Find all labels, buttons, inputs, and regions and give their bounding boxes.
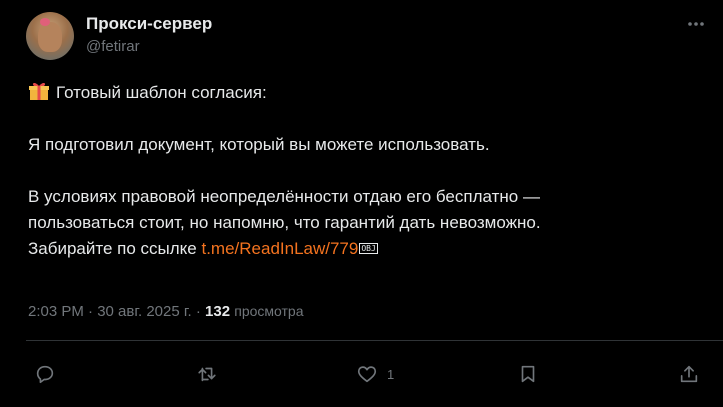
reply-button[interactable]	[34, 362, 56, 386]
more-options-button[interactable]	[684, 12, 708, 36]
like-count: 1	[387, 366, 395, 382]
like-button[interactable]: 1	[356, 362, 394, 386]
views-label: просмотра	[234, 303, 304, 319]
obj-replacement-glyph: OBJ	[359, 243, 378, 254]
bookmark-button[interactable]	[517, 362, 539, 386]
like-icon	[357, 366, 377, 383]
tweet-line-3: В условиях правовой неопределённости отд…	[28, 187, 540, 206]
more-icon	[688, 22, 704, 26]
tweet-line-5-prefix: Забирайте по ссылке	[28, 239, 202, 258]
tweet-line-1-text: Готовый шаблон согласия:	[56, 83, 267, 102]
avatar-face	[38, 22, 62, 52]
tweet-meta: 2:03 PM · 30 авг. 2025 г. · 132 просмотр…	[28, 303, 303, 320]
tweet-line-1: Готовый шаблон согласия:	[28, 80, 688, 106]
tweet-line-5: Забирайте по ссылке t.me/ReadInLaw/779 OB…	[28, 236, 688, 262]
author-handle[interactable]: @fetirar	[86, 38, 140, 55]
timestamp[interactable]: 2:03 PM · 30 авг. 2025 г.	[28, 303, 192, 320]
views-count: 132	[205, 303, 231, 320]
bookmark-icon	[521, 365, 535, 383]
tweet-link[interactable]: t.me/ReadInLaw/779	[201, 239, 358, 258]
tweet-detail: Прокси-сервер @fetirar Готовый шаблон со…	[0, 0, 723, 407]
author-display-name[interactable]: Прокси-сервер	[86, 14, 212, 34]
repost-icon	[198, 367, 216, 382]
divider	[26, 340, 723, 341]
tweet-text: Готовый шаблон согласия: Я подготовил до…	[28, 80, 688, 262]
meta-separator: ·	[191, 303, 206, 320]
avatar-flower	[40, 18, 50, 26]
avatar[interactable]	[26, 12, 74, 60]
reply-icon	[36, 365, 54, 384]
tweet-line-2: Я подготовил документ, который вы можете…	[28, 135, 490, 154]
gift-emoji	[29, 82, 49, 100]
share-button[interactable]	[678, 362, 700, 386]
tweet-line-4: пользоваться стоит, но напомню, что гара…	[28, 213, 541, 232]
repost-button[interactable]	[196, 362, 218, 386]
share-icon	[680, 365, 698, 383]
